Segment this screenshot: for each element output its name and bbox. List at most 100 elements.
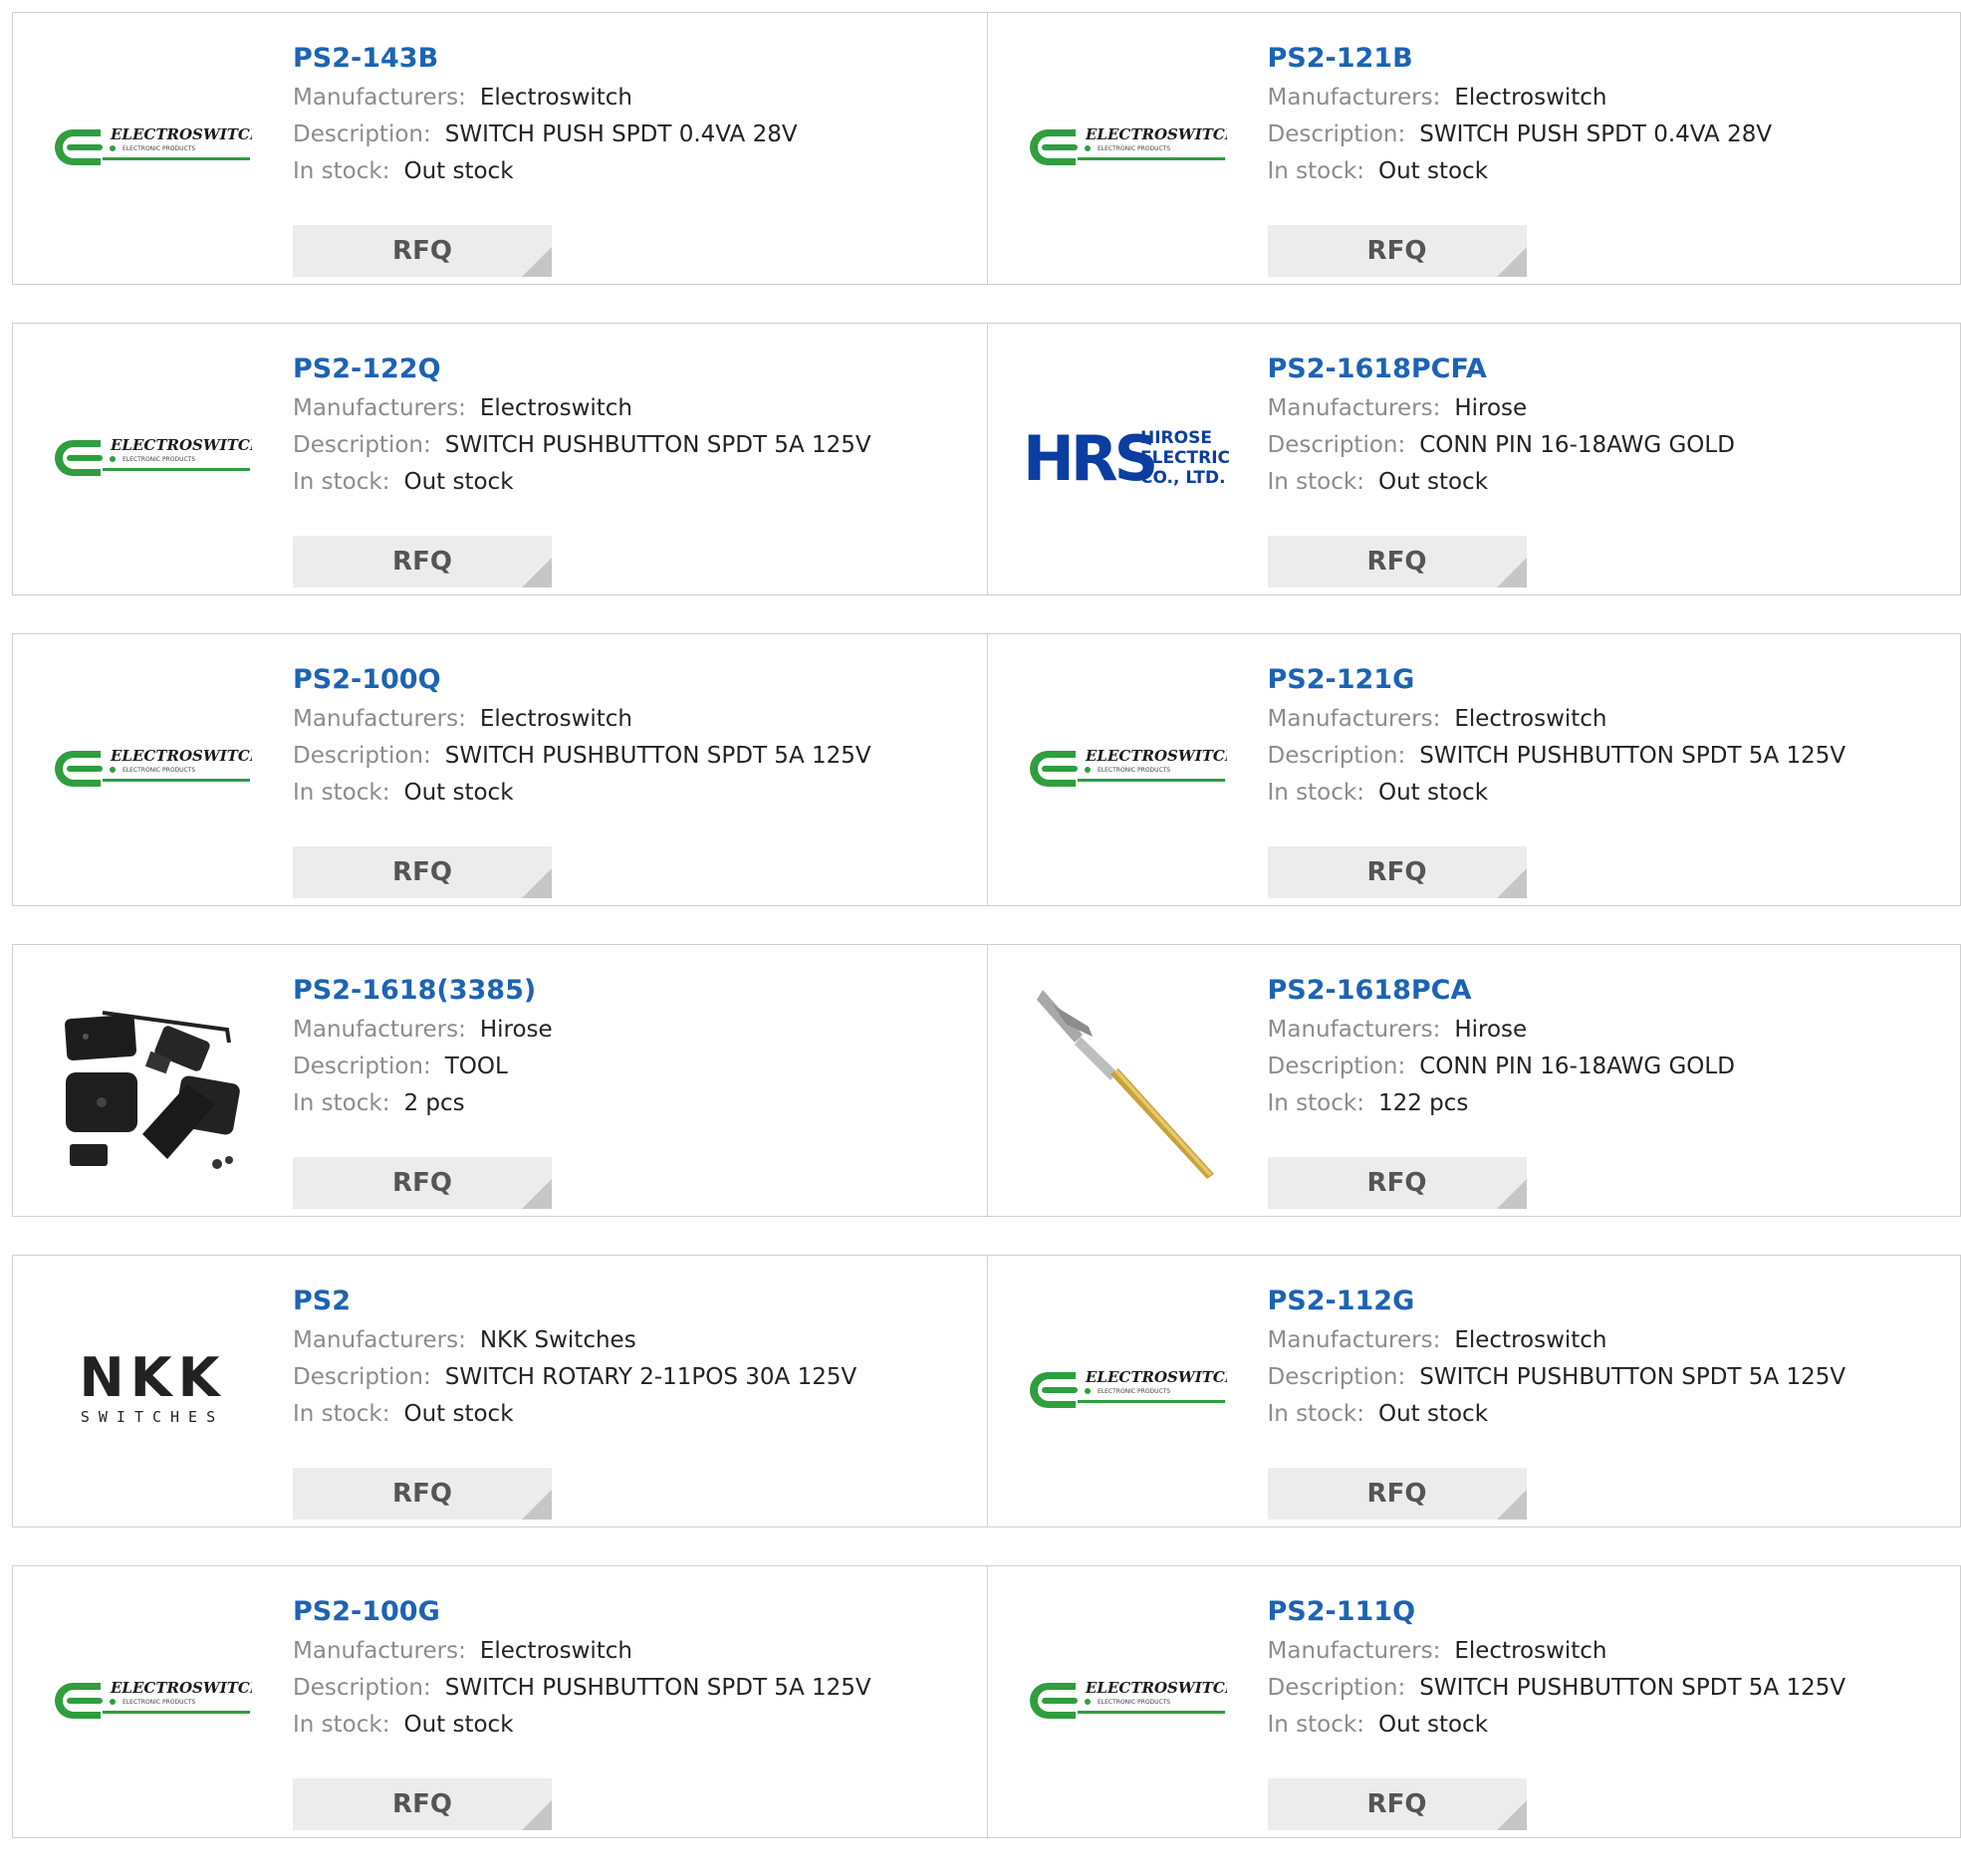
part-number-link[interactable]: PS2-143B — [293, 43, 967, 81]
description-value: CONN PIN 16-18AWG GOLD — [1419, 1054, 1735, 1079]
product-image[interactable]: ELECTROSWITCH ELECTRONIC PRODUCTS HRS HI… — [43, 664, 262, 873]
rfq-button[interactable]: RFQ — [1267, 225, 1527, 277]
part-number-link[interactable]: PS2-111Q — [1268, 1596, 1941, 1634]
part-number-link[interactable]: PS2-1618PCFA — [1268, 353, 1941, 391]
manufacturer-value: Electroswitch — [479, 395, 633, 421]
rfq-button[interactable]: RFQ — [1267, 536, 1527, 587]
stock-value: Out stock — [1377, 1401, 1489, 1427]
corner-triangle-icon — [522, 247, 552, 277]
description-label: Description: — [1267, 743, 1406, 769]
product-card: ELECTROSWITCH ELECTRONIC PRODUCTS HRS HI… — [13, 13, 987, 284]
product-image[interactable]: ELECTROSWITCH ELECTRONIC PRODUCTS HRS HI… — [1018, 975, 1237, 1184]
product-image[interactable]: ELECTROSWITCH ELECTRONIC PRODUCTS HRS HI… — [1018, 1286, 1237, 1495]
product-card: ELECTROSWITCH ELECTRONIC PRODUCTS HRS HI… — [986, 945, 1961, 1216]
part-number-link[interactable]: PS2-1618PCA — [1268, 975, 1941, 1013]
description-row: Description: SWITCH PUSHBUTTON SPDT 5A 12… — [1268, 739, 1941, 776]
rfq-button-label: RFQ — [1366, 1479, 1427, 1509]
rfq-button[interactable]: RFQ — [293, 1778, 552, 1830]
electroswitch-logo: ELECTROSWITCH ELECTRONIC PRODUCTS — [55, 747, 252, 787]
rfq-button[interactable]: RFQ — [293, 1468, 552, 1520]
manufacturer-value: Electroswitch — [1454, 1327, 1607, 1353]
product-card: ELECTROSWITCH ELECTRONIC PRODUCTS HRS HI… — [986, 1566, 1961, 1837]
product-image[interactable]: ELECTROSWITCH ELECTRONIC PRODUCTS HRS HI… — [1018, 664, 1237, 873]
product-image[interactable]: ELECTROSWITCH ELECTRONIC PRODUCTS HRS HI… — [43, 353, 262, 563]
rfq-button-label: RFQ — [392, 1479, 452, 1509]
electroswitch-logo-subtext: ELECTRONIC PRODUCTS — [1098, 767, 1170, 774]
part-number-link[interactable]: PS2-122Q — [293, 353, 967, 391]
description-row: Description: SWITCH PUSHBUTTON SPDT 5A 12… — [1268, 1671, 1941, 1708]
stock-row: In stock: Out stock — [293, 154, 967, 191]
product-row: ELECTROSWITCH ELECTRONIC PRODUCTS HRS HI… — [12, 1255, 1961, 1527]
stock-label: In stock: — [1267, 469, 1364, 495]
product-card: ELECTROSWITCH ELECTRONIC PRODUCTS HRS HI… — [13, 1566, 987, 1837]
manufacturer-row: Manufacturers: Hirose — [1268, 1013, 1941, 1050]
product-image[interactable]: ELECTROSWITCH ELECTRONIC PRODUCTS HRS HI… — [43, 1596, 262, 1805]
rfq-button[interactable]: RFQ — [1267, 1778, 1527, 1830]
electroswitch-logo: ELECTROSWITCH ELECTRONIC PRODUCTS — [55, 1679, 252, 1719]
product-info: PS2-121B Manufacturers: Electroswitch Des… — [1267, 43, 1941, 277]
product-image[interactable]: ELECTROSWITCH ELECTRONIC PRODUCTS HRS HI… — [1018, 1596, 1237, 1805]
rfq-button[interactable]: RFQ — [293, 1157, 552, 1209]
product-image[interactable]: ELECTROSWITCH ELECTRONIC PRODUCTS HRS HI… — [1018, 353, 1237, 563]
corner-triangle-icon — [1496, 247, 1527, 277]
stock-row: In stock: 2 pcs — [293, 1086, 967, 1123]
product-card: ELECTROSWITCH ELECTRONIC PRODUCTS HRS HI… — [986, 1256, 1961, 1526]
connector-pin-image — [1036, 990, 1214, 1179]
rfq-button[interactable]: RFQ — [293, 846, 552, 898]
electroswitch-logo-text: ELECTROSWITCH — [110, 436, 252, 454]
manufacturer-value: Hirose — [1454, 395, 1528, 421]
stock-value: Out stock — [403, 780, 514, 806]
product-image[interactable]: ELECTROSWITCH ELECTRONIC PRODUCTS HRS HI… — [43, 43, 262, 252]
description-row: Description: TOOL — [293, 1050, 967, 1086]
description-label: Description: — [1267, 432, 1406, 458]
rfq-button[interactable]: RFQ — [1267, 1468, 1527, 1520]
rfq-button[interactable]: RFQ — [1267, 846, 1527, 898]
description-label: Description: — [1267, 121, 1406, 147]
part-number-link[interactable]: PS2-121G — [1268, 664, 1941, 702]
description-value: SWITCH PUSHBUTTON SPDT 5A 125V — [444, 1675, 871, 1701]
part-number-link[interactable]: PS2-121B — [1268, 43, 1941, 81]
product-card: ELECTROSWITCH ELECTRONIC PRODUCTS HRS HI… — [13, 324, 987, 594]
stock-row: In stock: Out stock — [293, 1708, 967, 1745]
product-image[interactable]: ELECTROSWITCH ELECTRONIC PRODUCTS HRS HI… — [43, 1286, 262, 1495]
corner-triangle-icon — [522, 1800, 552, 1830]
part-number-link[interactable]: PS2-112G — [1268, 1286, 1941, 1323]
part-number-link[interactable]: PS2-1618(3385) — [293, 975, 967, 1013]
stock-label: In stock: — [1267, 1090, 1364, 1116]
description-value: CONN PIN 16-18AWG GOLD — [1419, 432, 1735, 458]
manufacturer-value: Electroswitch — [1454, 1638, 1607, 1664]
nkk-logo-subtext: SWITCHES — [81, 1408, 224, 1426]
stock-value: Out stock — [403, 469, 514, 495]
description-label: Description: — [293, 1054, 431, 1079]
electroswitch-logo-subtext: ELECTRONIC PRODUCTS — [1098, 1699, 1170, 1706]
manufacturer-label: Manufacturers: — [1267, 395, 1441, 421]
manufacturer-row: Manufacturers: Electroswitch — [1268, 81, 1941, 117]
rfq-button[interactable]: RFQ — [1267, 1157, 1527, 1209]
electroswitch-logo-text: ELECTROSWITCH — [110, 125, 252, 143]
hirose-logo-line: HIROSE — [1140, 428, 1212, 448]
description-value: SWITCH PUSHBUTTON SPDT 5A 125V — [1419, 1675, 1846, 1701]
product-image[interactable]: ELECTROSWITCH ELECTRONIC PRODUCTS HRS HI… — [1018, 43, 1237, 252]
rfq-button[interactable]: RFQ — [293, 536, 552, 587]
part-number-link[interactable]: PS2 — [293, 1286, 967, 1323]
rfq-button[interactable]: RFQ — [293, 225, 552, 277]
rfq-button-label: RFQ — [392, 1789, 452, 1819]
crimp-tool-image — [65, 1011, 240, 1169]
stock-label: In stock: — [1267, 780, 1364, 806]
stock-label: In stock: — [293, 1090, 390, 1116]
manufacturer-label: Manufacturers: — [1267, 1017, 1441, 1043]
description-label: Description: — [293, 1675, 431, 1701]
manufacturer-value: Electroswitch — [479, 85, 633, 111]
part-number-link[interactable]: PS2-100G — [293, 1596, 967, 1634]
electroswitch-logo-subtext: ELECTRONIC PRODUCTS — [123, 1699, 195, 1706]
part-number-link[interactable]: PS2-100Q — [293, 664, 967, 702]
electroswitch-logo-text: ELECTROSWITCH — [1085, 1368, 1227, 1386]
stock-label: In stock: — [1267, 1712, 1364, 1738]
description-row: Description: CONN PIN 16-18AWG GOLD — [1268, 428, 1941, 465]
product-image[interactable]: ELECTROSWITCH ELECTRONIC PRODUCTS HRS HI… — [43, 975, 262, 1184]
electroswitch-logo-text: ELECTROSWITCH — [1085, 125, 1227, 143]
description-label: Description: — [1267, 1675, 1406, 1701]
manufacturer-row: Manufacturers: Hirose — [1268, 391, 1941, 428]
product-info: PS2-121G Manufacturers: Electroswitch Des… — [1267, 664, 1941, 898]
electroswitch-logo-text: ELECTROSWITCH — [110, 1679, 252, 1697]
